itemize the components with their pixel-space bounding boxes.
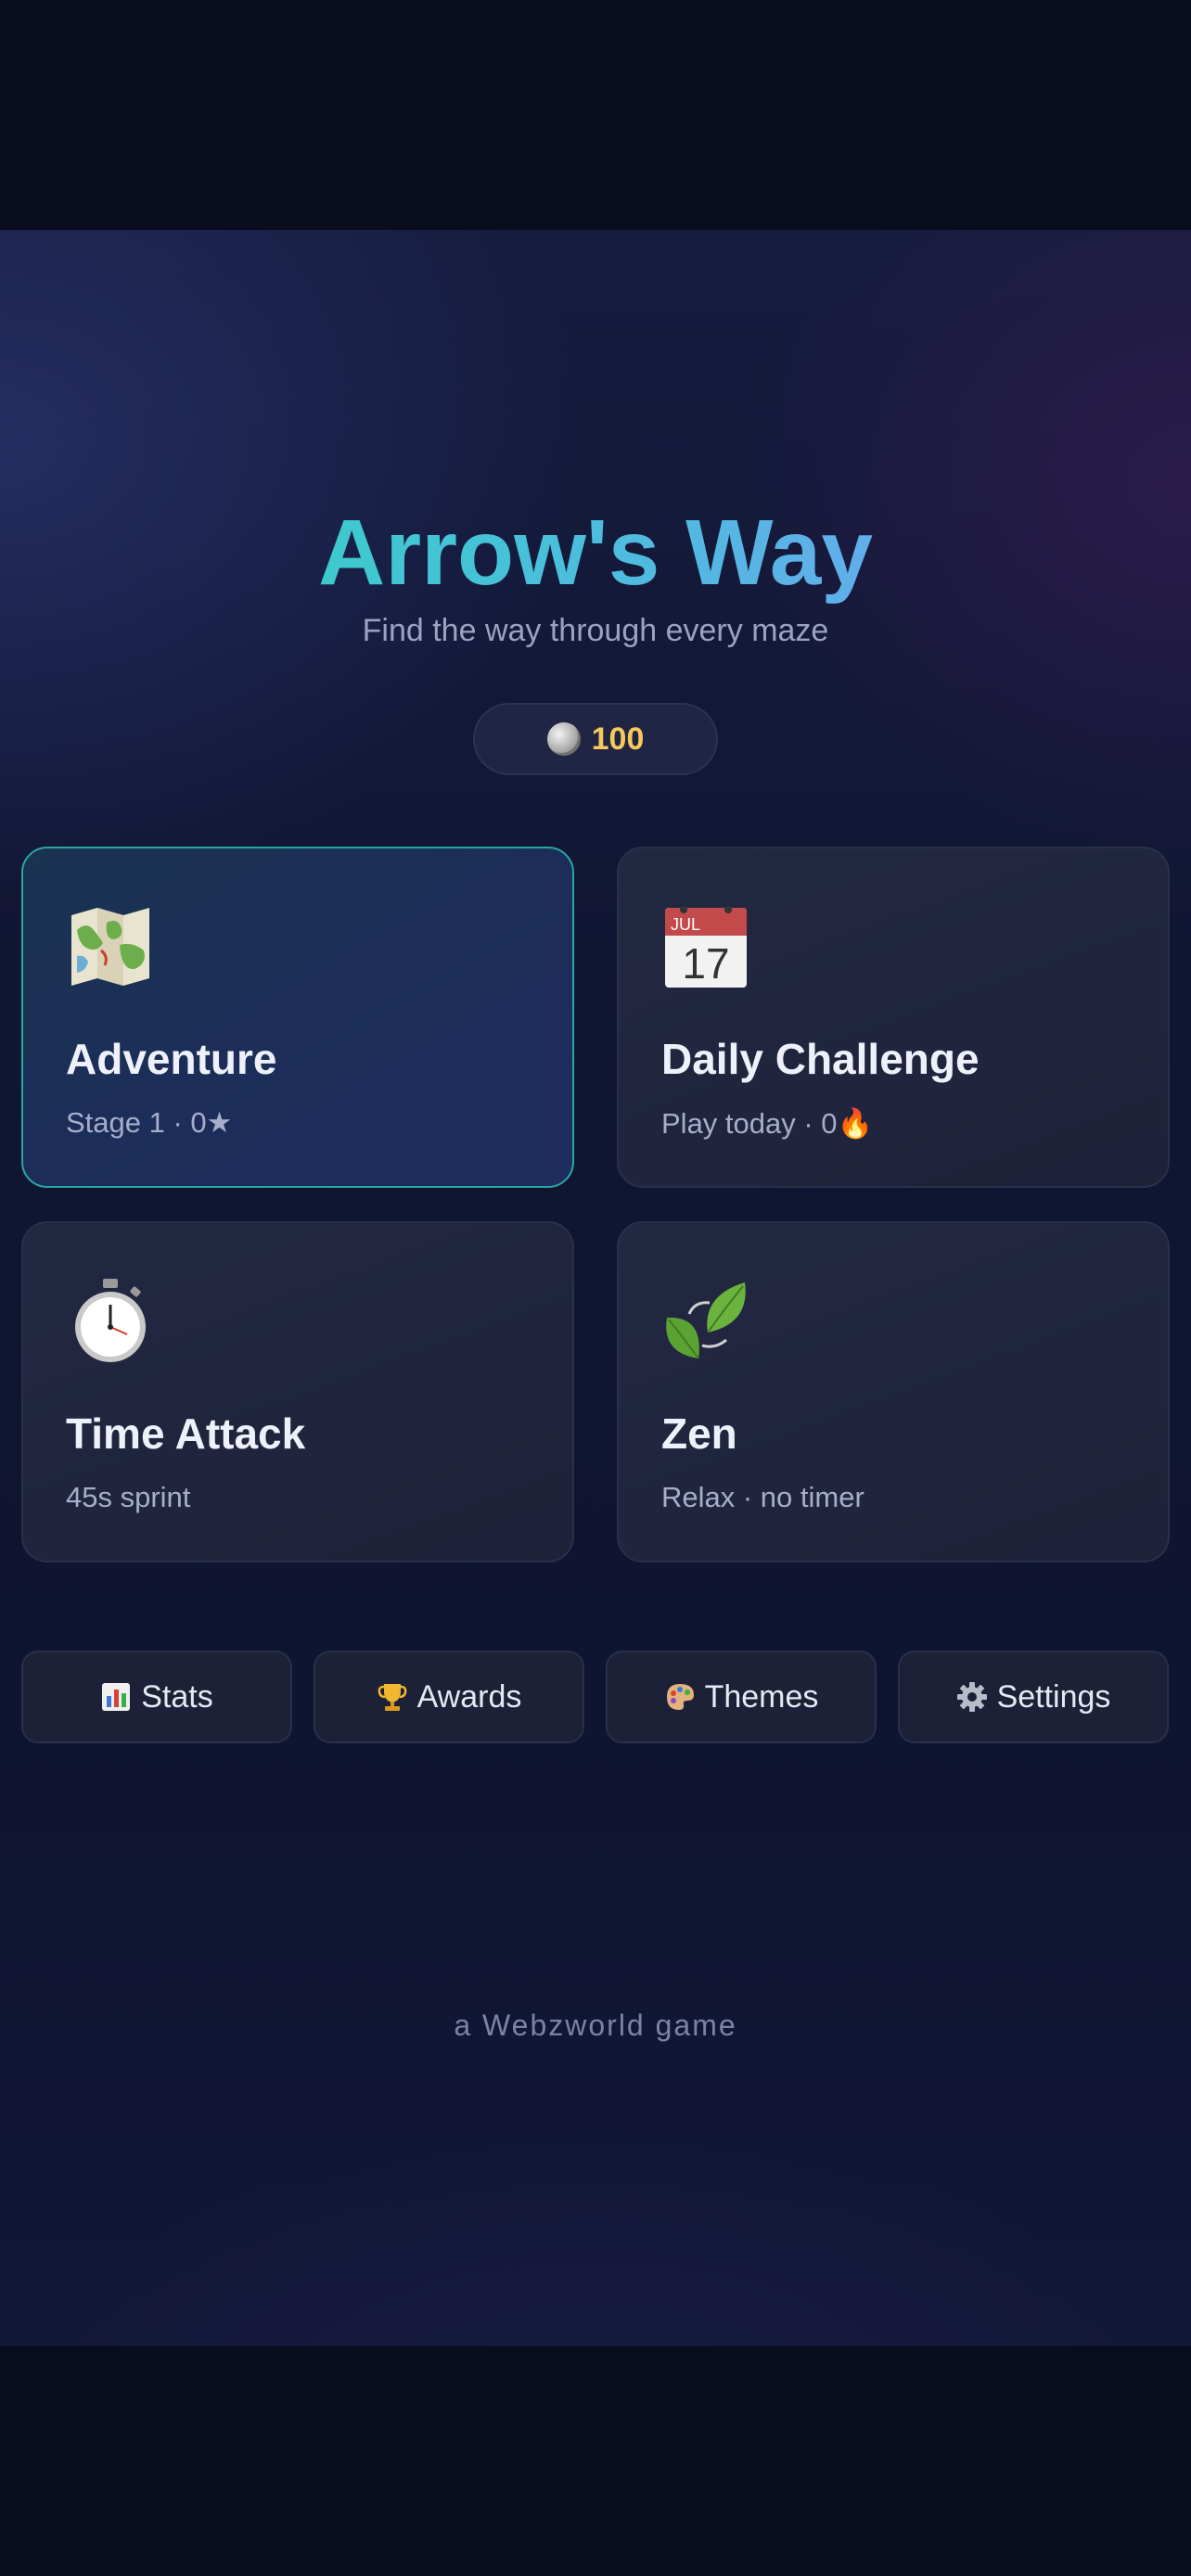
mode-card-zen[interactable]: Zen Relax · no timer [617, 1221, 1170, 1562]
main-screen: Arrow's Way Find the way through every m… [0, 230, 1191, 2346]
mode-meta: Play today · 0🔥 [661, 1107, 874, 1140]
settings-label: Settings [996, 1678, 1111, 1715]
bar-chart-icon [102, 1683, 131, 1711]
settings-button[interactable]: Settings [898, 1651, 1169, 1743]
svg-text:17: 17 [682, 939, 729, 988]
stats-label: Stats [141, 1678, 213, 1715]
mode-card-adventure[interactable]: Adventure Stage 1 · 0★ [21, 847, 574, 1188]
stopwatch-icon [75, 1279, 146, 1362]
mode-meta: Relax · no timer [661, 1481, 864, 1513]
mode-meta: 45s sprint [66, 1481, 191, 1513]
mode-meta: Stage 1 · 0★ [66, 1106, 233, 1139]
awards-label: Awards [416, 1678, 522, 1715]
mode-card-daily-challenge[interactable]: JUL 17 Daily Challenge Play today · 0🔥 [617, 847, 1170, 1188]
palette-icon [666, 1684, 694, 1710]
awards-button[interactable]: Awards [314, 1651, 584, 1743]
gear-icon [956, 1682, 987, 1712]
themes-button[interactable]: Themes [606, 1651, 877, 1743]
mode-name: Daily Challenge [661, 1035, 980, 1083]
coin-balance: 100 [473, 703, 718, 775]
mode-name: Zen [661, 1409, 737, 1458]
calendar-icon: JUL 17 [665, 906, 747, 988]
trophy-icon [378, 1684, 406, 1711]
footer-credit: a Webzworld game [454, 2009, 737, 2042]
mode-name: Adventure [66, 1035, 277, 1083]
stats-button[interactable]: Stats [21, 1651, 292, 1743]
themes-label: Themes [704, 1678, 819, 1715]
svg-text:JUL: JUL [671, 915, 700, 934]
mode-card-time-attack[interactable]: Time Attack 45s sprint [21, 1221, 574, 1562]
leaf-icon [666, 1282, 746, 1359]
map-icon [71, 908, 149, 986]
coin-icon [546, 722, 581, 756]
game-subtitle: Find the way through every maze [362, 613, 829, 648]
mode-name: Time Attack [66, 1409, 306, 1458]
game-title: Arrow's Way [0, 497, 1191, 608]
coin-count: 100 [591, 721, 645, 757]
